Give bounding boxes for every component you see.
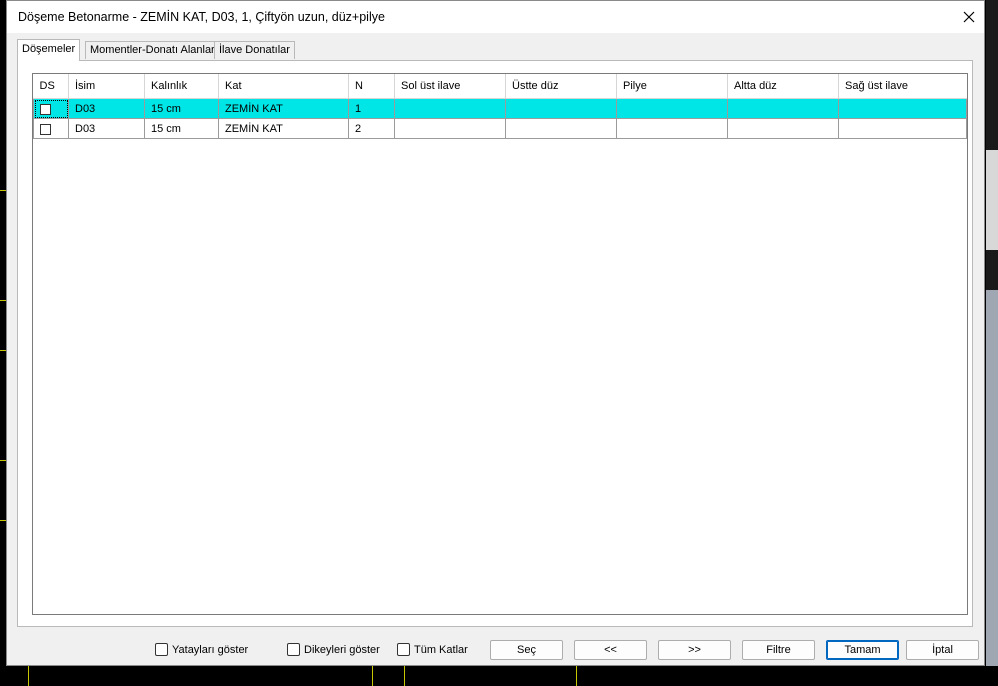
isim-cell: D03 (68, 98, 145, 119)
close-button[interactable] (957, 5, 981, 29)
tamam-button[interactable]: Tamam (826, 640, 899, 660)
altta-duz-cell (727, 98, 839, 119)
column-header-ustte-duz[interactable]: Üstte düz (505, 74, 617, 99)
tab-momentler-donati-alanlari[interactable]: Momentler-Donatı Alanları (85, 41, 223, 59)
ds-checkbox[interactable] (40, 124, 51, 135)
tab-ilave-donatilar[interactable]: İlave Donatılar (214, 41, 295, 59)
ds-checkbox[interactable] (40, 104, 51, 115)
previous-button[interactable]: << (574, 640, 647, 660)
kalinlik-cell: 15 cm (144, 118, 219, 139)
ds-cell (33, 118, 69, 139)
kalinlik-cell: 15 cm (144, 98, 219, 119)
kat-cell: ZEMİN KAT (218, 118, 349, 139)
title-bar: Döşeme Betonarme - ZEMİN KAT, D03, 1, Çi… (7, 1, 984, 33)
n-cell: 2 (348, 118, 395, 139)
iptal-button[interactable]: İptal (906, 640, 979, 660)
tum-katlar-checkbox[interactable]: Tüm Katlar (397, 643, 468, 656)
yataylari-goster-label: Yatayları göster (172, 643, 249, 656)
bottom-bar: Yatayları göster Dikeyleri göster Tüm Ka… (7, 637, 984, 665)
column-header-sag-ust-ilave[interactable]: Sağ üst ilave (838, 74, 967, 99)
column-header-n[interactable]: N (348, 74, 395, 99)
slab-grid[interactable]: DS İsim Kalınlık Kat N Sol üst ilave Üst… (32, 73, 968, 615)
checkbox-box[interactable] (287, 643, 300, 656)
pilye-cell (616, 118, 728, 139)
sag-ust-ilave-cell (838, 98, 967, 119)
pilye-cell (616, 98, 728, 119)
column-header-altta-duz[interactable]: Altta düz (727, 74, 839, 99)
kat-cell: ZEMİN KAT (218, 98, 349, 119)
cad-background-bottom (0, 666, 998, 686)
cad-background-right (986, 0, 998, 686)
sec-button[interactable]: Seç (490, 640, 563, 660)
column-header-kat[interactable]: Kat (218, 74, 349, 99)
dikeyleri-goster-label: Dikeyleri göster (304, 643, 380, 656)
yataylari-goster-checkbox[interactable]: Yatayları göster (155, 643, 248, 656)
sag-ust-ilave-cell (838, 118, 967, 139)
ustte-duz-cell (505, 98, 617, 119)
next-button[interactable]: >> (658, 640, 731, 660)
table-row[interactable]: D03 15 cm ZEMİN KAT 2 (33, 118, 967, 139)
isim-cell: D03 (68, 118, 145, 139)
filtre-button[interactable]: Filtre (742, 640, 815, 660)
table-header-row: DS İsim Kalınlık Kat N Sol üst ilave Üst… (33, 74, 967, 99)
slab-table: DS İsim Kalınlık Kat N Sol üst ilave Üst… (33, 74, 967, 139)
checkbox-box[interactable] (155, 643, 168, 656)
sol-ust-ilave-cell (394, 98, 506, 119)
window-title: Döşeme Betonarme - ZEMİN KAT, D03, 1, Çi… (18, 10, 385, 24)
tab-dosemeler[interactable]: Döşemeler (17, 39, 81, 61)
tab-panel: DS İsim Kalınlık Kat N Sol üst ilave Üst… (17, 60, 973, 627)
column-header-kalinlik[interactable]: Kalınlık (144, 74, 219, 99)
column-header-sol-ust-ilave[interactable]: Sol üst ilave (394, 74, 506, 99)
table-row[interactable]: D03 15 cm ZEMİN KAT 1 (33, 98, 967, 119)
column-header-ds[interactable]: DS (33, 74, 69, 99)
column-header-isim[interactable]: İsim (68, 74, 145, 99)
ds-cell (33, 98, 69, 119)
altta-duz-cell (727, 118, 839, 139)
ustte-duz-cell (505, 118, 617, 139)
dialog-window: Döşeme Betonarme - ZEMİN KAT, D03, 1, Çi… (6, 0, 985, 666)
tum-katlar-label: Tüm Katlar (414, 643, 468, 656)
close-icon (963, 11, 975, 23)
n-cell: 1 (348, 98, 395, 119)
dikeyleri-goster-checkbox[interactable]: Dikeyleri göster (287, 643, 380, 656)
column-header-pilye[interactable]: Pilye (616, 74, 728, 99)
sol-ust-ilave-cell (394, 118, 506, 139)
checkbox-box[interactable] (397, 643, 410, 656)
